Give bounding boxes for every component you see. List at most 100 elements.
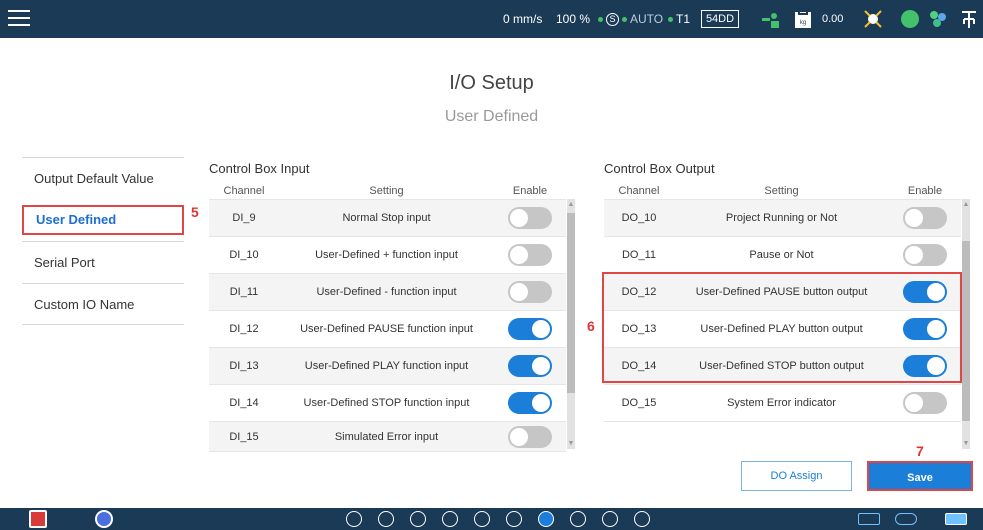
payload-weight-icon: kg xyxy=(795,8,811,28)
annotation-marker-5: 5 xyxy=(191,204,199,220)
enable-toggle-do14[interactable] xyxy=(903,355,947,377)
enable-toggle-do11[interactable] xyxy=(903,244,947,266)
pause-icon[interactable] xyxy=(378,511,394,527)
enable-toggle-di13[interactable] xyxy=(508,355,552,377)
scroll-down-icon[interactable]: ▼ xyxy=(567,440,575,447)
scroll-up-icon[interactable]: ▲ xyxy=(567,201,575,208)
enable-toggle-di11[interactable] xyxy=(508,281,552,303)
enable-toggle-do15[interactable] xyxy=(903,392,947,414)
plus-icon[interactable] xyxy=(506,511,522,527)
input-channel: DI_10 xyxy=(229,249,259,261)
input-row-di12: DI_12 User-Defined PAUSE function input xyxy=(209,311,566,348)
safety-s-indicator: S xyxy=(598,0,619,38)
output-row-do13: DO_13 User-Defined PLAY button output xyxy=(604,311,961,348)
io-setup-sidebar: Output Default Value User Defined Serial… xyxy=(22,157,184,325)
back-arrow-icon[interactable] xyxy=(602,511,618,527)
sidebar-item-user-defined[interactable]: User Defined xyxy=(22,205,184,235)
input-setting: User-Defined PAUSE function input xyxy=(300,323,473,335)
output-row-do12: DO_12 User-Defined PAUSE button output xyxy=(604,274,961,311)
output-scroll-thumb[interactable] xyxy=(962,241,970,421)
input-setting: User-Defined STOP function input xyxy=(303,397,470,409)
mode-label: AUTO xyxy=(630,12,664,26)
speed-readout: 0 mm/s xyxy=(503,12,543,26)
safety-s-button-icon[interactable] xyxy=(95,510,113,528)
keyboard-circle-icon[interactable] xyxy=(634,511,650,527)
input-col-channel: Channel xyxy=(223,185,265,197)
output-setting: Project Running or Not xyxy=(725,212,838,224)
input-channel: DI_13 xyxy=(229,360,259,372)
input-scrollbar[interactable]: ▲ ▼ xyxy=(567,199,575,449)
input-channel: DI_15 xyxy=(229,430,259,443)
output-col-channel: Channel xyxy=(618,185,660,197)
input-channel: DI_11 xyxy=(229,286,259,298)
mode-indicator: AUTO xyxy=(622,0,663,38)
robot-arm-icon xyxy=(762,13,779,28)
input-setting: Simulated Error input xyxy=(334,430,439,443)
output-scrollbar[interactable]: ▲ ▼ xyxy=(962,199,970,449)
input-channel: DI_9 xyxy=(232,212,256,224)
input-col-setting: Setting xyxy=(369,185,404,197)
robot-id-badge: 54DD xyxy=(701,10,739,28)
input-row-di14: DI_14 User-Defined STOP function input xyxy=(209,385,566,422)
enable-toggle-di12[interactable] xyxy=(508,318,552,340)
output-setting: User-Defined PAUSE button output xyxy=(695,286,868,298)
minus-icon[interactable] xyxy=(474,511,490,527)
scroll-down-icon[interactable]: ▼ xyxy=(962,440,970,447)
enable-toggle-do12[interactable] xyxy=(903,281,947,303)
input-row-di10: DI_10 User-Defined + function input xyxy=(209,237,566,274)
output-setting: System Error indicator xyxy=(727,397,836,409)
play-icon[interactable] xyxy=(346,511,362,527)
sidebar-item-output-default-value[interactable]: Output Default Value xyxy=(22,157,184,199)
enable-toggle-di9[interactable] xyxy=(508,207,552,229)
enable-toggle-do10[interactable] xyxy=(903,207,947,229)
settings-circle-icon[interactable] xyxy=(570,511,586,527)
input-scroll-thumb[interactable] xyxy=(567,213,575,393)
t1-label: T1 xyxy=(676,12,691,26)
output-channel: DO_11 xyxy=(621,249,657,261)
output-channel: DO_10 xyxy=(621,212,657,224)
annotation-marker-6: 6 xyxy=(587,318,595,334)
output-setting: User-Defined PLAY button output xyxy=(700,323,863,335)
output-row-do10: DO_10 Project Running or Not xyxy=(604,200,961,237)
enable-toggle-di15[interactable] xyxy=(508,425,552,448)
svg-text:kg: kg xyxy=(800,20,806,26)
input-row-di15: DI_15 Simulated Error input xyxy=(209,422,566,452)
payload-value: 0.00 xyxy=(822,13,844,25)
output-channel: DO_13 xyxy=(621,323,657,335)
r-mode-icon[interactable] xyxy=(538,511,554,527)
scroll-up-icon[interactable]: ▲ xyxy=(962,201,970,208)
output-row-do14: DO_14 User-Defined STOP button output xyxy=(604,348,961,385)
page-title: I/O Setup xyxy=(449,72,534,94)
user-group-icon[interactable] xyxy=(927,8,949,30)
speed-percent: 100 % xyxy=(556,12,591,26)
save-button[interactable]: Save xyxy=(867,461,973,491)
sidebar-item-serial-port[interactable]: Serial Port xyxy=(22,241,184,283)
error-alert-icon[interactable] xyxy=(29,510,47,528)
sidebar-item-custom-io-name[interactable]: Custom IO Name xyxy=(22,283,184,325)
t1-indicator: T1 xyxy=(668,0,690,38)
output-row-do15: DO_15 System Error indicator xyxy=(604,385,961,422)
output-col-setting: Setting xyxy=(764,185,799,197)
manual-auto-icon[interactable] xyxy=(442,511,458,527)
input-row-di9: DI_9 Normal Stop input xyxy=(209,200,566,237)
input-setting: Normal Stop input xyxy=(342,212,431,224)
output-table: DO_10 Project Running or Not DO_11 Pause o… xyxy=(604,199,961,422)
stop-icon[interactable] xyxy=(410,511,426,527)
keyboard-icon[interactable] xyxy=(945,513,967,525)
output-setting: Pause or Not xyxy=(749,249,814,261)
network-tree-icon[interactable] xyxy=(958,8,980,30)
input-setting: User-Defined + function input xyxy=(315,249,458,261)
io-panel-icon[interactable] xyxy=(858,513,880,525)
more-dots-icon[interactable] xyxy=(895,513,917,525)
hamburger-menu-icon[interactable] xyxy=(8,7,32,29)
annotation-marker-7: 7 xyxy=(916,443,924,459)
input-setting: User-Defined - function input xyxy=(316,286,457,298)
enable-toggle-di10[interactable] xyxy=(508,244,552,266)
connection-status-icon xyxy=(901,10,919,28)
output-setting: User-Defined STOP button output xyxy=(699,360,864,372)
enable-toggle-do13[interactable] xyxy=(903,318,947,340)
do-assign-button[interactable]: DO Assign xyxy=(741,461,852,491)
input-row-di13: DI_13 User-Defined PLAY function input xyxy=(209,348,566,385)
control-box-output-title: Control Box Output xyxy=(604,161,715,176)
enable-toggle-di14[interactable] xyxy=(508,392,552,414)
